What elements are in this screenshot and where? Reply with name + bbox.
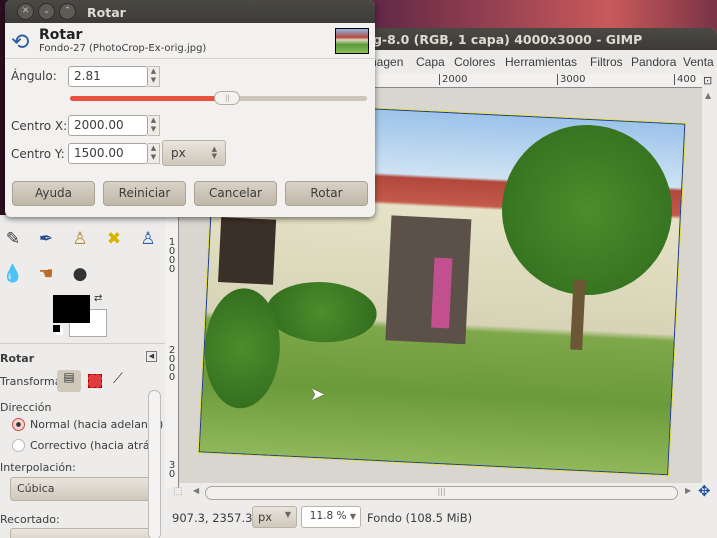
divider — [0, 343, 165, 344]
interpolation-label: Interpolación: — [0, 461, 76, 474]
scroll-left-icon[interactable]: ◀ — [193, 486, 199, 495]
clipping-select[interactable] — [10, 528, 155, 538]
unit-value: px — [258, 510, 273, 524]
dialog-window-title: Rotar — [87, 5, 126, 20]
foreground-color[interactable] — [53, 295, 90, 323]
divider — [5, 58, 375, 59]
tool-options-title: Rotar — [0, 352, 35, 365]
perspective-clone-icon[interactable]: ♙ — [137, 228, 159, 250]
center-x-input[interactable]: 2000.00 — [68, 115, 148, 136]
swap-colors-icon[interactable]: ⇄ — [94, 293, 102, 304]
angle-slider-handle[interactable]: || — [214, 91, 241, 105]
unit-select[interactable]: px ▼ — [252, 506, 297, 528]
dialog-header-subtitle: Fondo-27 (PhotoCrop-Ex-orig.jpg) — [39, 43, 207, 54]
angle-slider-fill — [70, 96, 228, 101]
menu-filtros[interactable]: Filtros — [590, 55, 623, 69]
menu-ventanas[interactable]: Venta — [683, 55, 714, 69]
radio-normal[interactable] — [12, 418, 25, 431]
center-x-label: Centro X: — [11, 119, 68, 133]
quick-mask-icon[interactable]: ⬚ — [173, 486, 182, 497]
rotate-dialog: ✕ ⌄ ⌃ Rotar ⟲ Rotar Fondo-27 (PhotoCrop-… — [5, 0, 375, 217]
ruler-label: 2000 — [439, 74, 467, 85]
statusbar: 907.3, 2357.3 px ▼ 11.8 % ▼ Fondo (108.5 … — [165, 505, 717, 533]
close-icon[interactable]: ✕ — [17, 3, 34, 20]
ink-icon[interactable]: ✒ — [35, 228, 57, 250]
menu-pandora[interactable]: Pandora — [631, 55, 676, 69]
transform-path-icon[interactable]: ⟋ — [113, 371, 123, 387]
pointer-coords: 907.3, 2357.3 — [172, 511, 253, 525]
radio-corrective-label: Correctivo (hacia atrás) — [30, 439, 160, 452]
center-y-spinbutton[interactable]: 1500.00 ▲ ▼ — [68, 143, 160, 164]
radio-normal-label: Normal (hacia adelante) — [30, 418, 164, 431]
angle-spinbutton[interactable]: 2.81 ▲ ▼ — [68, 66, 160, 87]
cancel-button[interactable]: Cancelar — [194, 181, 277, 206]
smudge-icon[interactable]: ☚ — [35, 263, 57, 285]
dialog-header-title: Rotar — [39, 27, 83, 43]
transform-selection-icon[interactable] — [88, 374, 102, 388]
ruler-label: 400 — [674, 74, 696, 85]
layer-thumbnail — [335, 28, 369, 54]
interpolation-select[interactable]: Cúbica — [10, 477, 155, 501]
scroll-up-icon[interactable]: ▲ — [702, 91, 711, 100]
minimize-icon[interactable]: ⌄ — [38, 3, 55, 20]
mouse-cursor-icon: ➤ — [310, 384, 326, 405]
unit-select[interactable]: px ▲ ▼ — [162, 140, 226, 166]
angle-label: Ángulo: — [11, 69, 57, 83]
zoom-navigate-icon[interactable]: ⊡ — [703, 74, 712, 87]
radio-corrective[interactable] — [12, 439, 25, 452]
transform-layer-icon[interactable]: ▤ — [57, 370, 81, 392]
menu-capa[interactable]: Capa — [416, 55, 445, 69]
layer-info: Fondo (108.5 MiB) — [367, 511, 473, 525]
blur-icon[interactable]: 💧 — [2, 263, 24, 285]
rotate-button[interactable]: Rotar — [285, 181, 368, 206]
maximize-icon[interactable]: ⌃ — [59, 3, 76, 20]
direction-label: Dirección — [0, 401, 52, 414]
scroll-right-icon[interactable]: ▶ — [685, 486, 691, 495]
spin-arrows-icon: ▲ ▼ — [211, 145, 217, 160]
interpolation-value: Cúbica — [17, 482, 55, 495]
vertical-scrollbar[interactable]: ▲ — [702, 88, 717, 483]
dialog-titlebar: ✕ ⌄ ⌃ Rotar — [5, 0, 375, 23]
spin-arrows-icon[interactable]: ▲ ▼ — [148, 115, 160, 136]
angle-input[interactable]: 2.81 — [68, 66, 148, 87]
spin-arrows-icon[interactable]: ▲ ▼ — [148, 66, 160, 87]
clipping-label: Recortado: — [0, 513, 60, 526]
angle-slider[interactable]: || — [70, 91, 367, 105]
zoom-select[interactable]: 11.8 % ▼ — [301, 506, 361, 528]
help-button[interactable]: Ayuda — [12, 181, 95, 206]
unit-value: px — [171, 146, 186, 160]
center-y-input[interactable]: 1500.00 — [68, 143, 148, 164]
clone-icon[interactable]: ♙ — [69, 228, 91, 250]
heal-icon[interactable]: ✖ — [103, 228, 125, 250]
tool-options-scrollbar[interactable] — [148, 390, 161, 538]
center-x-spinbutton[interactable]: 2000.00 ▲ ▼ — [68, 115, 160, 136]
menu-imagen[interactable]: nagen — [370, 55, 403, 69]
ruler-label: 2000 — [168, 345, 176, 383]
chevron-down-icon: ▼ — [284, 510, 291, 519]
configure-tab-icon[interactable]: ◀ — [146, 351, 157, 362]
spin-arrows-icon[interactable]: ▲ ▼ — [148, 143, 160, 164]
ruler-label: 30 — [168, 460, 176, 480]
dodge-burn-icon[interactable]: ● — [69, 263, 91, 285]
reset-button[interactable]: Reiniciar — [103, 181, 186, 206]
horizontal-scrollbar[interactable]: ||| — [205, 486, 678, 500]
chevron-down-icon: ▼ — [349, 512, 356, 521]
rotate-tool-icon: ⟲ — [11, 30, 30, 55]
menu-herramientas[interactable]: Herramientas — [505, 55, 577, 69]
ruler-label: 1000 — [168, 237, 176, 275]
color-picker-icon[interactable]: ✎ — [2, 228, 24, 250]
menu-colores[interactable]: Colores — [454, 55, 495, 69]
default-colors-icon[interactable] — [53, 325, 60, 332]
center-y-label: Centro Y: — [11, 147, 65, 161]
navigate-icon[interactable]: ✥ — [698, 482, 711, 500]
zoom-value: 11.8 % — [309, 510, 347, 522]
toolbox: ✎ ✒ ♙ ✖ ♙ 💧 ☚ ● ⇄ Rotar ◀ Transformar: ▤… — [0, 215, 165, 538]
ruler-label: 3000 — [557, 74, 585, 85]
